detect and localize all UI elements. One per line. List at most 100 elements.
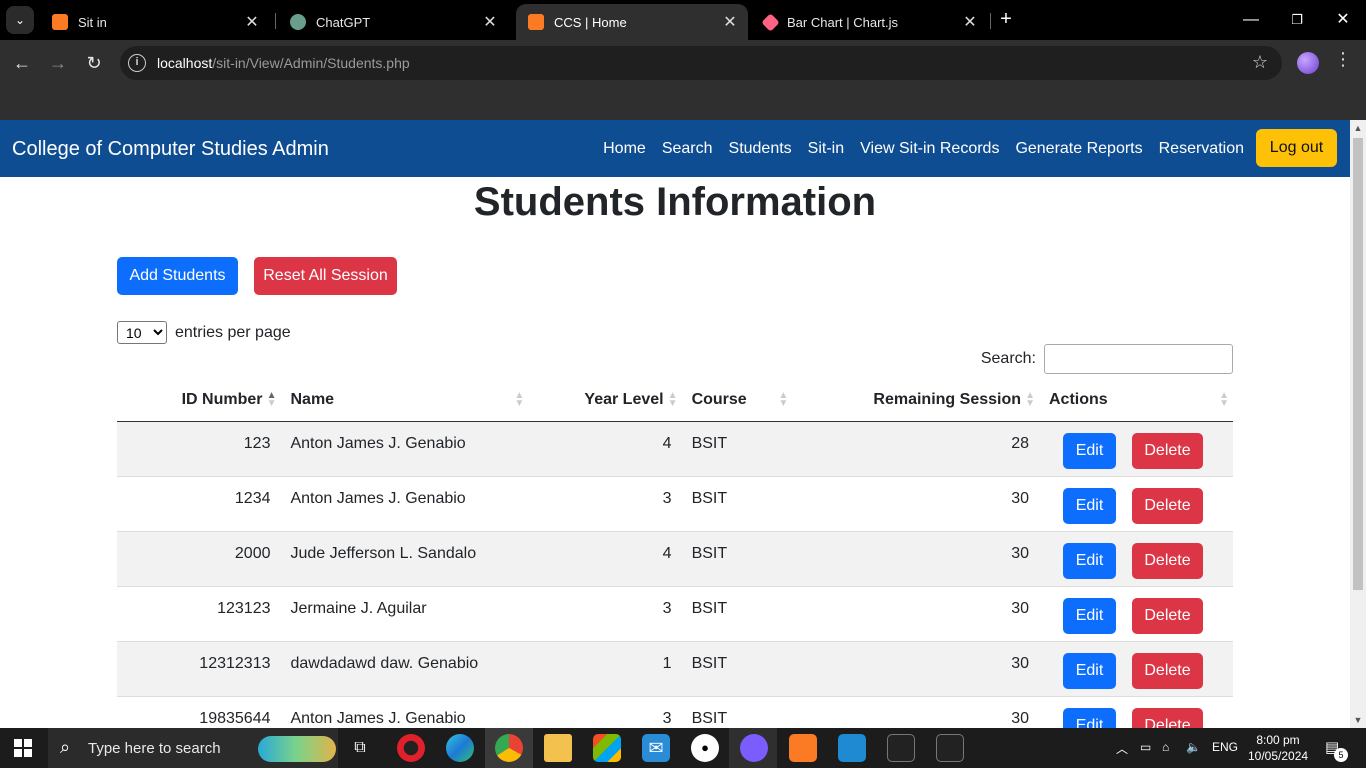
profile-avatar[interactable] bbox=[1297, 52, 1319, 74]
cell-remaining: 30 bbox=[792, 586, 1039, 642]
edge-icon[interactable] bbox=[446, 734, 474, 762]
cell-id: 1234 bbox=[117, 476, 281, 532]
tab-separator bbox=[990, 13, 991, 29]
xampp-icon[interactable] bbox=[789, 734, 817, 762]
nav-link-students[interactable]: Students bbox=[729, 140, 792, 158]
cell-year: 4 bbox=[528, 531, 682, 587]
nav-link-search[interactable]: Search bbox=[662, 140, 713, 158]
delete-button[interactable]: Delete bbox=[1132, 707, 1203, 728]
page-title: Students Information bbox=[473, 180, 877, 224]
file-explorer-icon[interactable] bbox=[544, 734, 572, 762]
notification-count-badge: 5 bbox=[1334, 748, 1348, 762]
scroll-down-arrow-icon[interactable]: ▼ bbox=[1350, 712, 1366, 728]
edit-button[interactable]: Edit bbox=[1063, 652, 1116, 689]
close-tab-icon[interactable]: ✕ bbox=[718, 12, 742, 32]
cell-name: Anton James J. Genabio bbox=[280, 421, 529, 477]
new-tab-button[interactable]: + bbox=[994, 8, 1018, 32]
windows-taskbar: ⌕ Type here to search ⧉ ✉ ● ︿ ▭ ⌂ 🔈 ENG … bbox=[0, 728, 1366, 768]
delete-button[interactable]: Delete bbox=[1132, 542, 1203, 579]
search-input[interactable] bbox=[1044, 344, 1233, 374]
taskbar-clock[interactable]: 8:00 pm 10/05/2024 bbox=[1248, 732, 1308, 764]
navbar-brand[interactable]: College of Computer Studies Admin bbox=[12, 138, 329, 161]
battery-icon[interactable]: ▭ bbox=[1140, 740, 1151, 754]
vscode-icon[interactable] bbox=[838, 734, 866, 762]
tab-ccs-home[interactable]: CCS | Home ✕ bbox=[516, 4, 748, 40]
nav-link-view-sit-in-records[interactable]: View Sit-in Records bbox=[860, 140, 999, 158]
header-remaining-session[interactable]: Remaining Session ▲ ▼ bbox=[792, 380, 1039, 422]
delete-button[interactable]: Delete bbox=[1132, 652, 1203, 689]
more-menu-icon[interactable]: ⋮ bbox=[1334, 49, 1352, 70]
reset-all-session-button[interactable]: Reset All Session bbox=[254, 257, 397, 295]
edit-button[interactable]: Edit bbox=[1063, 487, 1116, 524]
scroll-up-arrow-icon[interactable]: ▲ bbox=[1350, 120, 1366, 136]
close-tab-icon[interactable]: ✕ bbox=[958, 12, 982, 32]
bookmark-star-icon[interactable]: ☆ bbox=[1252, 52, 1268, 73]
mail-icon[interactable]: ✉ bbox=[642, 734, 670, 762]
reload-icon[interactable]: ↻ bbox=[80, 49, 108, 77]
github-icon[interactable]: ● bbox=[691, 734, 719, 762]
url-text[interactable]: localhost/sit-in/View/Admin/Students.php bbox=[157, 55, 410, 71]
taskbar-search-box[interactable]: ⌕ Type here to search bbox=[48, 728, 338, 768]
header-course[interactable]: Course ▲ ▼ bbox=[681, 380, 793, 422]
tab-chatgpt[interactable]: ChatGPT ✕ bbox=[278, 4, 508, 40]
microsoft-store-icon[interactable] bbox=[593, 734, 621, 762]
edit-button[interactable]: Edit bbox=[1063, 432, 1116, 469]
network-icon[interactable]: ⌂ bbox=[1162, 740, 1169, 754]
cell-course: BSIT bbox=[681, 531, 793, 587]
cell-course: BSIT bbox=[681, 696, 793, 728]
nav-link-home[interactable]: Home bbox=[603, 140, 646, 158]
header-year-level[interactable]: Year Level ▲ ▼ bbox=[528, 380, 682, 422]
cell-name: Jermaine J. Aguilar bbox=[280, 586, 529, 642]
logout-button[interactable]: Log out bbox=[1256, 129, 1337, 167]
tray-overflow-chevron-icon[interactable]: ︿ bbox=[1116, 740, 1128, 757]
entries-label: entries per page bbox=[175, 323, 291, 341]
cell-actions: Edit Delete bbox=[1039, 421, 1233, 477]
nav-link-reservation[interactable]: Reservation bbox=[1159, 140, 1244, 158]
header-id-number[interactable]: ID Number ▲ ▼ bbox=[117, 380, 281, 422]
delete-button[interactable]: Delete bbox=[1132, 432, 1203, 469]
close-tab-icon[interactable]: ✕ bbox=[478, 12, 502, 32]
opera-gx-icon[interactable] bbox=[397, 734, 425, 762]
chartjs-favicon-icon bbox=[761, 12, 780, 32]
terminal-icon[interactable] bbox=[887, 734, 915, 762]
table-row: 123 Anton James J. Genabio 4 BSIT 28 Edi… bbox=[117, 421, 1233, 477]
windows-start-icon[interactable] bbox=[14, 739, 32, 757]
edit-button[interactable]: Edit bbox=[1063, 542, 1116, 579]
cell-year: 3 bbox=[528, 696, 682, 728]
edit-button[interactable]: Edit bbox=[1063, 597, 1116, 634]
restore-icon[interactable]: ❐ bbox=[1274, 0, 1320, 40]
delete-button[interactable]: Delete bbox=[1132, 597, 1203, 634]
volume-icon[interactable]: 🔈 bbox=[1186, 740, 1201, 754]
close-window-icon[interactable]: ✕ bbox=[1320, 0, 1366, 40]
cell-id: 123 bbox=[117, 421, 281, 477]
delete-button[interactable]: Delete bbox=[1132, 487, 1203, 524]
header-name[interactable]: Name ▲ ▼ bbox=[280, 380, 529, 422]
page-scrollbar[interactable]: ▲ ▼ bbox=[1350, 120, 1366, 728]
tab-sit-in[interactable]: Sit in ✕ bbox=[40, 4, 270, 40]
table-row: 19835644 Anton James J. Genabio 3 BSIT 3… bbox=[117, 696, 1233, 728]
sort-icon: ▲ ▼ bbox=[778, 390, 789, 409]
forward-arrow-icon[interactable]: → bbox=[44, 49, 72, 77]
discord-icon[interactable] bbox=[740, 734, 768, 762]
scroll-thumb[interactable] bbox=[1353, 138, 1363, 590]
language-indicator[interactable]: ENG bbox=[1212, 740, 1238, 754]
add-students-button[interactable]: Add Students bbox=[117, 257, 238, 295]
nav-link-generate-reports[interactable]: Generate Reports bbox=[1015, 140, 1142, 158]
terminal-icon[interactable] bbox=[936, 734, 964, 762]
task-view-icon[interactable]: ⧉ bbox=[346, 734, 374, 762]
address-bar[interactable]: i localhost/sit-in/View/Admin/Students.p… bbox=[120, 46, 1282, 80]
tab-bar-chart[interactable]: Bar Chart | Chart.js ✕ bbox=[752, 4, 988, 40]
header-actions[interactable]: Actions ▲ ▼ bbox=[1039, 380, 1233, 422]
edit-button[interactable]: Edit bbox=[1063, 707, 1116, 728]
clock-date: 10/05/2024 bbox=[1248, 749, 1309, 763]
nav-link-sit-in[interactable]: Sit-in bbox=[808, 140, 844, 158]
minimize-icon[interactable]: — bbox=[1228, 0, 1274, 40]
search-icon: ⌕ bbox=[60, 737, 71, 757]
tab-search-menu-button[interactable]: ⌄ bbox=[6, 6, 34, 34]
back-arrow-icon[interactable]: ← bbox=[8, 49, 36, 77]
entries-select[interactable]: 10 bbox=[117, 321, 167, 344]
chrome-icon[interactable] bbox=[495, 734, 523, 762]
close-tab-icon[interactable]: ✕ bbox=[240, 12, 264, 32]
sort-asc-icon: ▲ ▼ bbox=[266, 390, 277, 409]
site-info-icon[interactable]: i bbox=[128, 54, 146, 72]
